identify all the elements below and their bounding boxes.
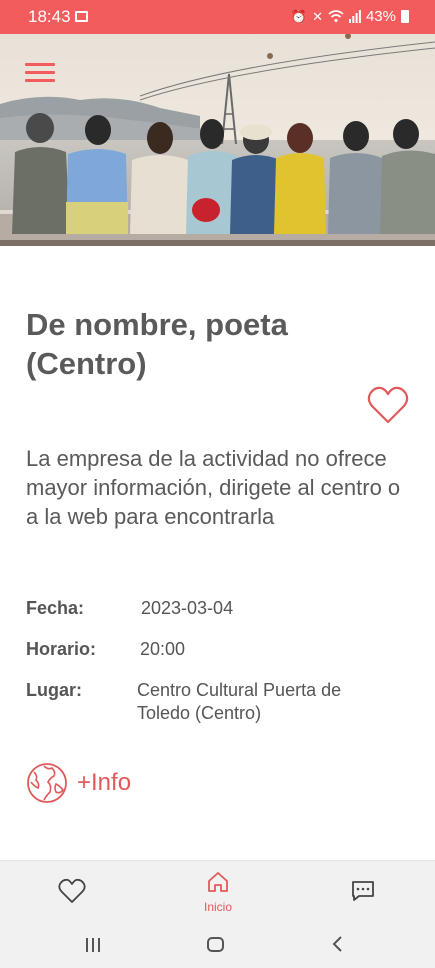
time-value: 20:00 (140, 639, 186, 659)
heart-icon (58, 878, 86, 903)
battery-icon (401, 10, 409, 23)
date-value: 2023-03-04 (141, 598, 234, 618)
hamburger-menu-icon (25, 63, 55, 66)
status-time: 18:43 (28, 7, 71, 26)
place-value: Centro Cultural Puerta de Toledo (Centro… (137, 680, 342, 723)
time-label: Horario: (26, 639, 97, 659)
recents-icon[interactable] (86, 938, 100, 952)
menu-button[interactable] (25, 63, 55, 83)
system-navigation-bar (0, 922, 435, 968)
hamburger-menu-icon (25, 79, 55, 82)
hamburger-menu-icon (25, 71, 55, 74)
alarm-icon: ⏰ (290, 8, 308, 24)
event-title: De nombre, poeta (Centro) (26, 307, 288, 381)
nav-home[interactable]: Inicio (199, 871, 237, 914)
favorite-button[interactable] (366, 384, 410, 426)
globe-icon (27, 763, 67, 803)
bottom-navigation: Inicio (0, 860, 435, 922)
nav-chat[interactable] (351, 880, 375, 907)
mute-icon: ✕ (312, 8, 323, 24)
place-label: Lugar: (26, 680, 82, 700)
hero-image (0, 34, 435, 246)
more-info-label: +Info (77, 769, 132, 796)
chat-icon (352, 881, 374, 901)
status-indicators: ⏰ ✕ 43% (291, 8, 409, 25)
heart-outline-icon (367, 386, 409, 424)
signal-icon (348, 10, 361, 23)
nav-home-label: Inicio (203, 900, 232, 914)
home-circle-icon[interactable] (207, 937, 224, 952)
wifi-icon (328, 10, 344, 23)
nav-favorites[interactable] (58, 878, 86, 909)
back-icon[interactable] (331, 935, 343, 958)
gallery-icon (75, 11, 88, 22)
hero-illustration (0, 34, 435, 246)
event-description: La empresa de la actividad no ofrece may… (26, 446, 401, 529)
home-icon (208, 872, 228, 892)
status-bar: 18:43 ⏰ ✕ 43% (0, 0, 435, 34)
battery-percent: 43% (365, 8, 396, 25)
date-label: Fecha: (26, 598, 85, 618)
more-info-link[interactable]: +Info (26, 762, 131, 804)
